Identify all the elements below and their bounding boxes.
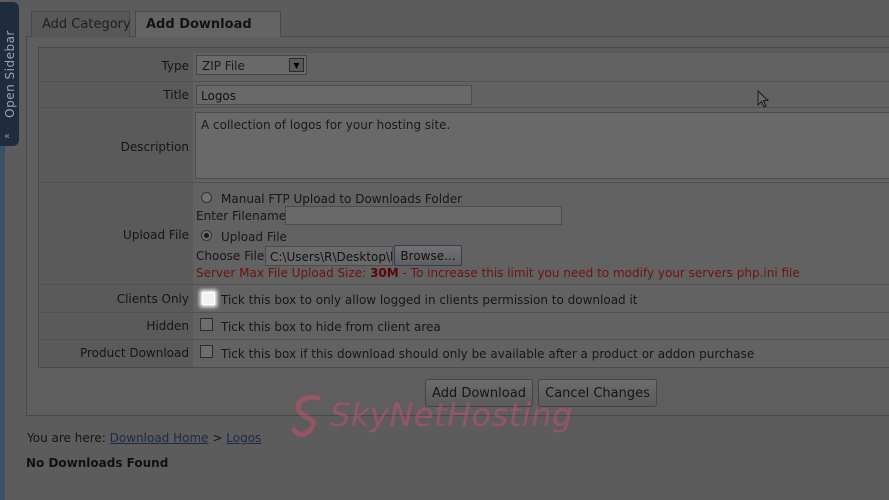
tab-add-download[interactable]: Add Download	[135, 11, 281, 37]
enter-filename-label: Enter Filename:	[196, 209, 291, 223]
type-label: Type	[161, 59, 189, 73]
double-chevron-icon: «	[4, 131, 11, 142]
max-upload-note: Server Max File Upload Size: 30M - To in…	[196, 266, 800, 280]
open-sidebar-label: Open Sidebar	[2, 30, 17, 118]
clients-only-label: Clients Only	[116, 292, 189, 306]
breadcrumb-separator: >	[212, 431, 223, 445]
breadcrumb: You are here: Download Home > Logos	[27, 431, 261, 445]
hidden-checkbox[interactable]	[200, 318, 213, 331]
choose-file-label: Choose File:	[196, 249, 269, 263]
hidden-label: Hidden	[146, 319, 189, 333]
browse-button[interactable]: Browse...	[394, 245, 462, 266]
description-textarea[interactable]: A collection of logos for your hosting s…	[195, 112, 889, 179]
type-row: Type	[39, 53, 889, 82]
hidden-row: Hidden	[39, 313, 889, 340]
upload-file-option-label: Upload File	[221, 230, 287, 244]
max-upload-prefix: Server Max File Upload Size:	[196, 266, 367, 280]
title-label: Title	[163, 88, 189, 102]
product-download-checkbox[interactable]	[200, 345, 213, 358]
breadcrumb-current-link[interactable]: Logos	[226, 431, 261, 445]
breadcrumb-home-link[interactable]: Download Home	[110, 431, 209, 445]
file-path-input[interactable]: C:\Users\R\Desktop\lo	[265, 246, 393, 266]
hidden-text: Tick this box to hide from client area	[221, 320, 441, 334]
product-download-label: Product Download	[79, 346, 189, 360]
filename-input[interactable]	[285, 206, 562, 225]
max-upload-size: 30M	[370, 266, 399, 280]
breadcrumb-prefix: You are here:	[27, 431, 106, 445]
upload-file-radio[interactable]	[201, 230, 212, 241]
watermark-logo: SkyNetHosting	[288, 390, 608, 445]
clients-only-checkbox[interactable]	[202, 292, 215, 305]
type-select-value: ZIP File	[202, 59, 245, 73]
clients-only-text: Tick this box to only allow logged in cl…	[221, 293, 638, 307]
tab-add-category[interactable]: Add Category	[31, 11, 131, 37]
ftp-upload-label: Manual FTP Upload to Downloads Folder	[221, 192, 463, 206]
watermark-text: SkyNetHosting	[330, 396, 573, 434]
type-select[interactable]: ZIP File ▼	[196, 55, 307, 75]
description-label: Description	[120, 140, 189, 154]
swirl-logo-icon	[291, 394, 321, 437]
mouse-cursor-icon	[757, 90, 770, 108]
open-sidebar-toggle[interactable]: Open Sidebar «	[0, 2, 19, 146]
title-input[interactable]: Logos	[196, 85, 472, 105]
no-downloads-message: No Downloads Found	[26, 456, 169, 470]
dropdown-arrow-icon[interactable]: ▼	[289, 58, 304, 72]
sidebar-edge	[0, 140, 5, 500]
product-download-text: Tick this box if this download should on…	[221, 347, 755, 361]
upload-file-label: Upload File	[123, 228, 189, 242]
max-upload-suffix: - To increase this limit you need to mod…	[402, 266, 800, 280]
ftp-upload-radio[interactable]	[201, 192, 212, 203]
